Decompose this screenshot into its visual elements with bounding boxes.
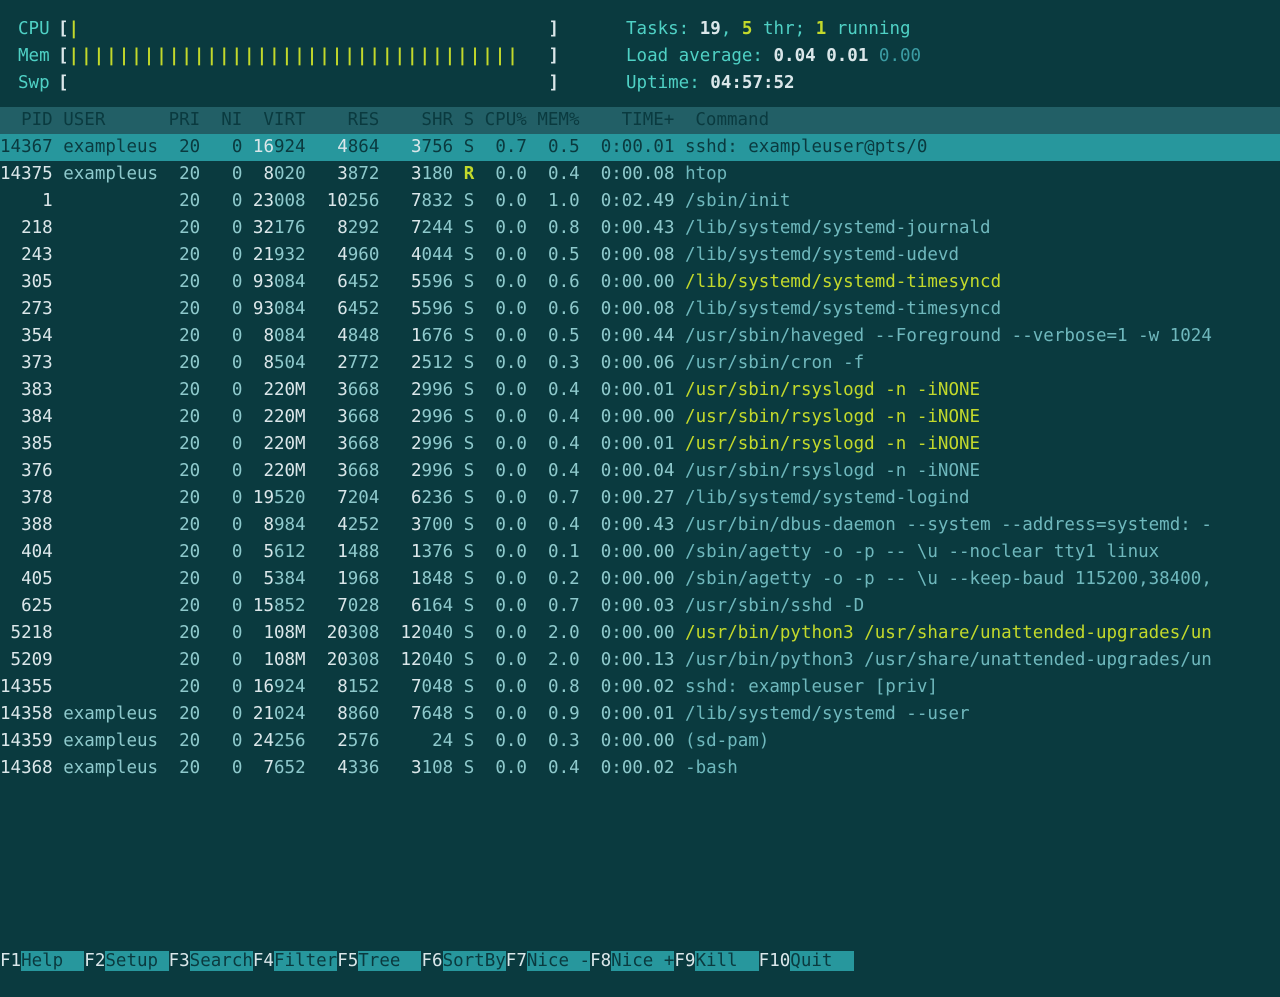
process-row[interactable]: 388 20 0 8984 4252 3700 S 0.0 0.4 0:00.4… <box>0 512 1280 539</box>
load-1m: 0.04 <box>774 46 816 66</box>
fkey: F9 <box>674 951 695 971</box>
mem-meter-fill: |||||||||||||||||||||||||||||||||||| <box>69 46 520 66</box>
process-list[interactable]: 14367 exampleus 20 0 16924 4864 3756 S 0… <box>0 134 1280 782</box>
fkey-label[interactable]: Kill <box>695 951 758 971</box>
bracket-open: [ <box>58 70 69 97</box>
fkey-label[interactable]: Tree <box>358 951 421 971</box>
fkey: F1 <box>0 951 21 971</box>
fkey: F8 <box>590 951 611 971</box>
meters-column: CPU [ | ] Mem [ ||||||||||||||||||||||||… <box>18 16 578 97</box>
fkey-label[interactable]: Filter <box>274 951 337 971</box>
process-row[interactable]: 373 20 0 8504 2772 2512 S 0.0 0.3 0:00.0… <box>0 350 1280 377</box>
fkey: F10 <box>759 951 791 971</box>
process-row[interactable]: 273 20 0 93084 6452 5596 S 0.0 0.6 0:00.… <box>0 296 1280 323</box>
process-row[interactable]: 14355 20 0 16924 8152 7048 S 0.0 0.8 0:0… <box>0 674 1280 701</box>
tasks-count: 19 <box>700 19 721 39</box>
load-15m: 0.00 <box>879 46 921 66</box>
process-row[interactable]: 305 20 0 93084 6452 5596 S 0.0 0.6 0:00.… <box>0 269 1280 296</box>
fkey-label[interactable]: Nice + <box>611 951 674 971</box>
fkey-label[interactable]: SortBy <box>443 951 506 971</box>
bracket-close: ] <box>549 16 560 43</box>
function-key-bar[interactable]: F1Help F2Setup F3SearchF4FilterF5Tree F6… <box>0 948 1280 975</box>
fkey: F7 <box>506 951 527 971</box>
process-row[interactable]: 378 20 0 19520 7204 6236 S 0.0 0.7 0:00.… <box>0 485 1280 512</box>
swp-meter-label: Swp <box>18 70 58 97</box>
process-row[interactable]: 5218 20 0 108M 20308 12040 S 0.0 2.0 0:0… <box>0 620 1280 647</box>
uptime-label: Uptime: <box>626 73 710 93</box>
process-row[interactable]: 354 20 0 8084 4848 1676 S 0.0 0.5 0:00.4… <box>0 323 1280 350</box>
uptime-value: 04:57:52 <box>710 73 794 93</box>
process-row[interactable]: 14359 exampleus 20 0 24256 2576 24 S 0.0… <box>0 728 1280 755</box>
bracket-open: [ <box>58 16 69 43</box>
load-line: Load average: 0.04 0.01 0.00 <box>626 43 921 70</box>
process-row[interactable]: 625 20 0 15852 7028 6164 S 0.0 0.7 0:00.… <box>0 593 1280 620</box>
process-row[interactable]: 404 20 0 5612 1488 1376 S 0.0 0.1 0:00.0… <box>0 539 1280 566</box>
process-row[interactable]: 218 20 0 32176 8292 7244 S 0.0 0.8 0:00.… <box>0 215 1280 242</box>
fkey: F5 <box>337 951 358 971</box>
fkey: F6 <box>421 951 442 971</box>
process-row[interactable]: 14358 exampleus 20 0 21024 8860 7648 S 0… <box>0 701 1280 728</box>
running-count: 1 <box>816 19 827 39</box>
mem-meter: Mem [ ||||||||||||||||||||||||||||||||||… <box>18 43 578 70</box>
process-row[interactable]: 14368 exampleus 20 0 7652 4336 3108 S 0.… <box>0 755 1280 782</box>
process-row[interactable]: 384 20 0 220M 3668 2996 S 0.0 0.4 0:00.0… <box>0 404 1280 431</box>
process-row[interactable]: 376 20 0 220M 3668 2996 S 0.0 0.4 0:00.0… <box>0 458 1280 485</box>
mem-meter-label: Mem <box>18 43 58 70</box>
threads-count: 5 <box>742 19 753 39</box>
fkey: F2 <box>84 951 105 971</box>
process-row[interactable]: 14375 exampleus 20 0 8020 3872 3180 R 0.… <box>0 161 1280 188</box>
tasks-line: Tasks: 19, 5 thr; 1 running <box>626 16 921 43</box>
top-area: CPU [ | ] Mem [ ||||||||||||||||||||||||… <box>0 0 1280 107</box>
swp-meter: Swp [ ] <box>18 70 578 97</box>
fkey: F4 <box>253 951 274 971</box>
process-row[interactable]: 14367 exampleus 20 0 16924 4864 3756 S 0… <box>0 134 1280 161</box>
fkey: F3 <box>169 951 190 971</box>
column-header[interactable]: PID USER PRI NI VIRT RES SHR S CPU% MEM%… <box>0 107 1280 134</box>
fkey-label[interactable]: Help <box>21 951 84 971</box>
cpu-meter: CPU [ | ] <box>18 16 578 43</box>
cpu-meter-fill: | <box>69 19 82 39</box>
load-label: Load average: <box>626 46 774 66</box>
fkey-label[interactable]: Nice - <box>527 951 590 971</box>
tasks-label: Tasks: <box>626 19 700 39</box>
process-row[interactable]: 383 20 0 220M 3668 2996 S 0.0 0.4 0:00.0… <box>0 377 1280 404</box>
uptime-line: Uptime: 04:57:52 <box>626 70 921 97</box>
load-5m: 0.01 <box>826 46 868 66</box>
fkey-label[interactable]: Setup <box>105 951 168 971</box>
process-row[interactable]: 1 20 0 23008 10256 7832 S 0.0 1.0 0:02.4… <box>0 188 1280 215</box>
bracket-open: [ <box>58 43 69 70</box>
stats-column: Tasks: 19, 5 thr; 1 running Load average… <box>578 16 921 97</box>
process-row[interactable]: 5209 20 0 108M 20308 12040 S 0.0 2.0 0:0… <box>0 647 1280 674</box>
bracket-close: ] <box>549 70 560 97</box>
process-row[interactable]: 385 20 0 220M 3668 2996 S 0.0 0.4 0:00.0… <box>0 431 1280 458</box>
process-row[interactable]: 243 20 0 21932 4960 4044 S 0.0 0.5 0:00.… <box>0 242 1280 269</box>
fkey-label[interactable]: Quit <box>790 951 853 971</box>
cpu-meter-label: CPU <box>18 16 58 43</box>
process-row[interactable]: 405 20 0 5384 1968 1848 S 0.0 0.2 0:00.0… <box>0 566 1280 593</box>
fkey-label[interactable]: Search <box>190 951 253 971</box>
bracket-close: ] <box>549 43 560 70</box>
